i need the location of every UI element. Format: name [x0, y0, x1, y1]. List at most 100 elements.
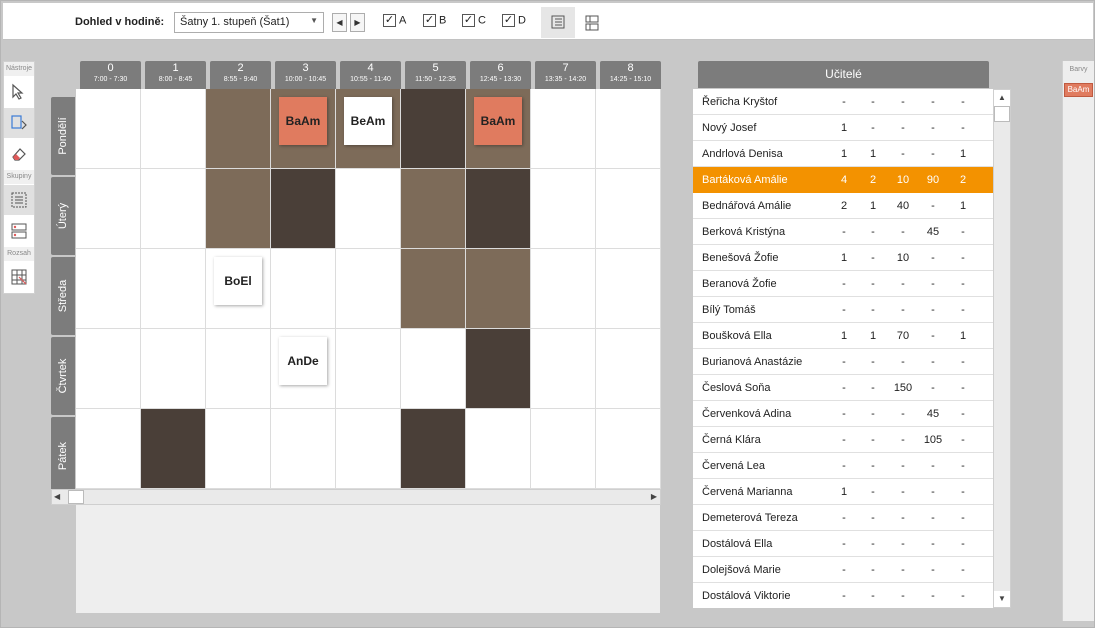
timetable-cell[interactable]: [401, 89, 466, 169]
period-header-8[interactable]: 8 14:25 - 15:10: [600, 61, 661, 89]
timetable-cell[interactable]: [336, 329, 401, 409]
timetable-cell[interactable]: [596, 409, 661, 489]
range-tool-button[interactable]: [4, 262, 34, 292]
teacher-row[interactable]: Řeřicha Kryštof - - - - -: [693, 89, 994, 115]
timetable-cell[interactable]: [531, 249, 596, 329]
teacher-row[interactable]: Boušková Ella 1 1 70 - 1: [693, 323, 994, 349]
timetable-cell[interactable]: [141, 329, 206, 409]
timetable-cell[interactable]: [596, 169, 661, 249]
timetable-cell[interactable]: [206, 329, 271, 409]
timetable-cell[interactable]: [466, 249, 531, 329]
horizontal-scrollbar[interactable]: ◀ ▶: [51, 489, 661, 505]
day-header-1[interactable]: Úterý: [51, 177, 75, 255]
timetable-cell[interactable]: [336, 409, 401, 489]
lesson-card[interactable]: BeAm: [344, 97, 392, 145]
timetable-cell[interactable]: [401, 169, 466, 249]
teacher-row[interactable]: Benešová Žofie 1 - 10 - -: [693, 245, 994, 271]
lesson-card[interactable]: BoEl: [214, 257, 262, 305]
scroll-up-icon[interactable]: ▲: [994, 90, 1010, 106]
timetable-cell[interactable]: [76, 249, 141, 329]
period-header-3[interactable]: 3 10:00 - 10:45: [275, 61, 336, 89]
scroll-left-icon[interactable]: ◀: [54, 492, 60, 501]
checkbox-d[interactable]: ✓ D: [502, 14, 526, 30]
vertical-scrollbar[interactable]: ▲ ▼: [993, 89, 1011, 608]
view-list-button[interactable]: [541, 7, 575, 38]
teacher-row[interactable]: Andrlová Denisa 1 1 - - 1: [693, 141, 994, 167]
timetable-cell[interactable]: [596, 249, 661, 329]
period-header-6[interactable]: 6 12:45 - 13:30: [470, 61, 531, 89]
day-header-2[interactable]: Středa: [51, 257, 75, 335]
lesson-card[interactable]: BaAm: [279, 97, 327, 145]
timetable-cell[interactable]: [401, 249, 466, 329]
timetable-cell[interactable]: [141, 409, 206, 489]
checkbox-a[interactable]: ✓ A: [383, 14, 406, 30]
timetable-cell[interactable]: [141, 169, 206, 249]
timetable-cell[interactable]: [206, 409, 271, 489]
timetable-cell[interactable]: [141, 249, 206, 329]
scroll-right-icon[interactable]: ▶: [651, 492, 657, 501]
timetable-cell[interactable]: [336, 249, 401, 329]
teacher-row[interactable]: Bednářová Amálie 2 1 40 - 1: [693, 193, 994, 219]
lesson-card[interactable]: AnDe: [279, 337, 327, 385]
teacher-row[interactable]: Beranová Žofie - - - - -: [693, 271, 994, 297]
group-select-button[interactable]: [4, 185, 34, 215]
day-header-0[interactable]: Pondělí: [51, 97, 75, 175]
eraser-tool-button[interactable]: [4, 139, 34, 169]
timetable-cell[interactable]: [531, 329, 596, 409]
teacher-row[interactable]: Dostálová Viktorie - - - - -: [693, 583, 994, 608]
location-select[interactable]: Šatny 1. stupeň (Šat1) ▼: [174, 12, 324, 33]
teacher-row[interactable]: Česlová Soňa - - 150 - -: [693, 375, 994, 401]
timetable-cell[interactable]: [401, 409, 466, 489]
color-swatch[interactable]: BaAm: [1064, 83, 1093, 97]
timetable-cell[interactable]: [596, 329, 661, 409]
checkbox-b[interactable]: ✓ B: [423, 14, 446, 30]
teacher-row[interactable]: Bartáková Amálie 4 2 10 90 2: [693, 167, 994, 193]
teacher-row[interactable]: Červená Marianna 1 - - - -: [693, 479, 994, 505]
period-header-7[interactable]: 7 13:35 - 14:20: [535, 61, 596, 89]
teacher-row[interactable]: Burianová Anastázie - - - - -: [693, 349, 994, 375]
timetable-cell[interactable]: [76, 409, 141, 489]
timetable-cell[interactable]: [76, 89, 141, 169]
teacher-row[interactable]: Nový Josef 1 - - - -: [693, 115, 994, 141]
period-header-4[interactable]: 4 10:55 - 11:40: [340, 61, 401, 89]
period-header-5[interactable]: 5 11:50 - 12:35: [405, 61, 466, 89]
timetable-cell[interactable]: [271, 249, 336, 329]
horizontal-scroll-thumb[interactable]: [68, 490, 84, 504]
period-header-1[interactable]: 1 8:00 - 8:45: [145, 61, 206, 89]
teacher-row[interactable]: Bílý Tomáš - - - - -: [693, 297, 994, 323]
next-button[interactable]: ▶: [350, 13, 365, 32]
view-grid-button[interactable]: [575, 7, 609, 38]
timetable-cell[interactable]: [466, 169, 531, 249]
prev-button[interactable]: ◀: [332, 13, 347, 32]
timetable-cell[interactable]: [401, 329, 466, 409]
teacher-row[interactable]: Červená Lea - - - - -: [693, 453, 994, 479]
timetable-cell[interactable]: [531, 89, 596, 169]
timetable-cell[interactable]: [141, 89, 206, 169]
timetable-cell[interactable]: [531, 409, 596, 489]
timetable-cell[interactable]: [206, 89, 271, 169]
group-split-button[interactable]: [4, 216, 34, 246]
vertical-scroll-thumb[interactable]: [994, 106, 1010, 122]
lesson-card[interactable]: BaAm: [474, 97, 522, 145]
timetable-cell[interactable]: [206, 169, 271, 249]
timetable-cell[interactable]: [466, 409, 531, 489]
scroll-down-icon[interactable]: ▼: [994, 591, 1010, 607]
timetable-cell[interactable]: [271, 409, 336, 489]
teacher-row[interactable]: Černá Klára - - - 105 -: [693, 427, 994, 453]
timetable-cell[interactable]: [76, 169, 141, 249]
period-header-0[interactable]: 0 7:00 - 7:30: [80, 61, 141, 89]
day-header-4[interactable]: Pátek: [51, 417, 75, 495]
teacher-row[interactable]: Dostálová Ella - - - - -: [693, 531, 994, 557]
teacher-row[interactable]: Berková Kristýna - - - 45 -: [693, 219, 994, 245]
timetable-cell[interactable]: [336, 169, 401, 249]
period-header-2[interactable]: 2 8:55 - 9:40: [210, 61, 271, 89]
timetable-cell[interactable]: [466, 329, 531, 409]
teacher-row[interactable]: Dolejšová Marie - - - - -: [693, 557, 994, 583]
timetable-cell[interactable]: [271, 169, 336, 249]
timetable-cell[interactable]: [531, 169, 596, 249]
timetable-cell[interactable]: [76, 329, 141, 409]
teacher-row[interactable]: Demeterová Tereza - - - - -: [693, 505, 994, 531]
checkbox-c[interactable]: ✓ C: [462, 14, 486, 30]
copy-tool-button[interactable]: [4, 108, 34, 138]
select-tool-button[interactable]: [4, 77, 34, 107]
